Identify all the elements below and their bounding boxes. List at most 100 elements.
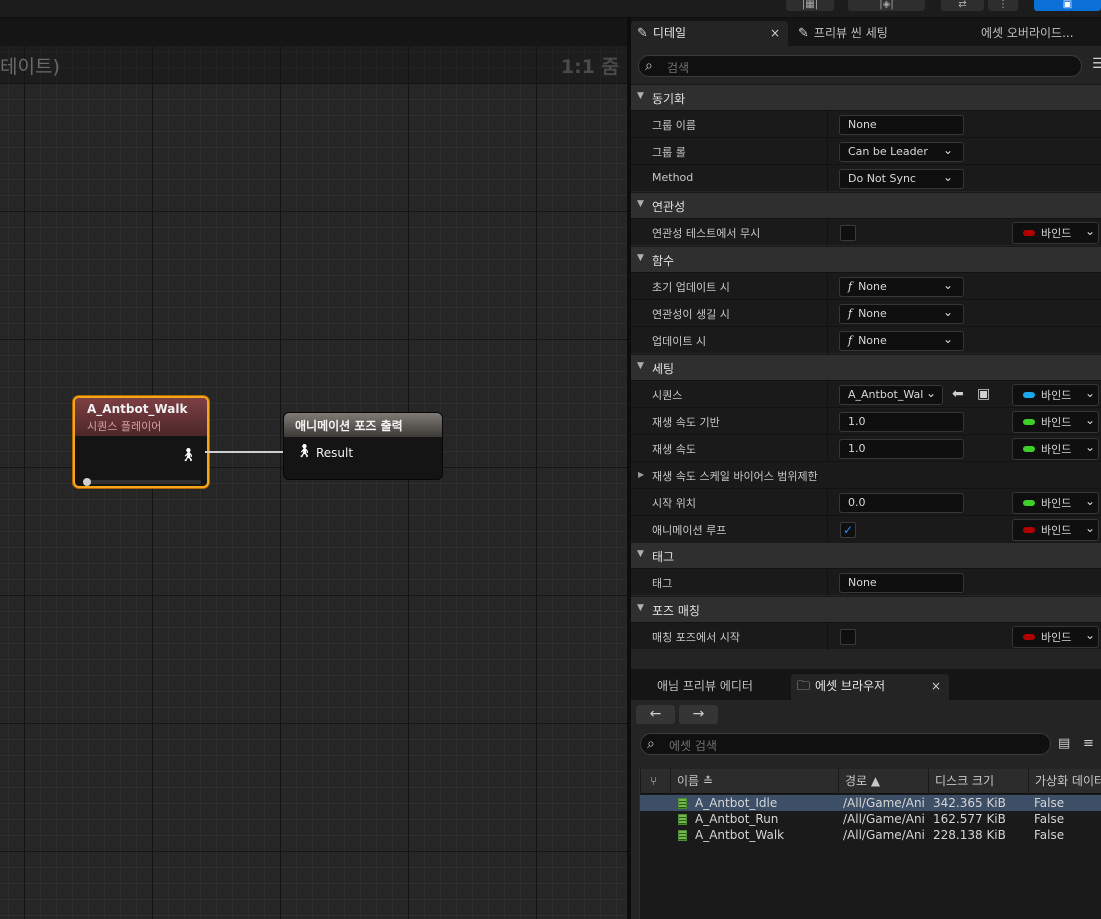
- group-role-dropdown[interactable]: Can be Leader ⌄: [839, 142, 964, 162]
- group-name-field[interactable]: None: [839, 115, 964, 135]
- tab-asset-override[interactable]: 에셋 오버라이드...: [981, 21, 1101, 46]
- graph-title: 테이트): [0, 56, 60, 78]
- chevron-down-icon: ⌄: [942, 332, 953, 346]
- collapse-triangle-icon: ▼: [637, 91, 644, 101]
- browse-asset-icon[interactable]: ▣: [977, 386, 990, 402]
- category-pose-matching[interactable]: ▼ 포즈 매칭: [631, 596, 1101, 622]
- forward-button[interactable]: →: [679, 705, 718, 724]
- category-relevance[interactable]: ▼ 연관성: [631, 192, 1101, 218]
- search-placeholder: 검색: [667, 61, 690, 75]
- pencil-icon: ✎: [798, 26, 809, 41]
- pose-wire: [205, 451, 285, 453]
- property-label: 업데이트 시: [652, 335, 707, 348]
- table-row[interactable]: A_Antbot_Idle /All/Game/Ani 342.365 KiB …: [640, 795, 1101, 811]
- start-position-field[interactable]: 0.0: [839, 493, 964, 513]
- bind-dropdown[interactable]: 바인드 ⌄: [1012, 626, 1099, 648]
- category-label: 동기화: [652, 92, 686, 106]
- column-header-virtualized-data[interactable]: 가상화 데이터: [1028, 769, 1101, 794]
- pose-output-pin-icon[interactable]: 🚶︎: [180, 448, 197, 463]
- tab-anim-preview-editor[interactable]: 애님 프리뷰 에디터: [631, 674, 789, 700]
- asset-table: ⑂ 이름 ≛ 경로 ▲ 디스크 크기 가상화 데이터 A_Antbot_Idle…: [639, 769, 1101, 919]
- output-pose-node[interactable]: 애니메이션 포즈 출력 🚶︎ Result: [283, 412, 443, 480]
- sequence-player-node[interactable]: A_Antbot_Walk 시퀀스 플레이어 🚶︎: [73, 396, 209, 488]
- playback-position-dot[interactable]: [83, 478, 91, 486]
- start-from-matching-pose-checkbox[interactable]: [840, 629, 856, 645]
- ignore-relevancy-checkbox[interactable]: [840, 225, 856, 241]
- column-header-name[interactable]: 이름 ≛: [670, 769, 838, 794]
- category-settings[interactable]: ▼ 세팅: [631, 354, 1101, 380]
- table-row[interactable]: A_Antbot_Walk /All/Game/Ani 228.138 KiB …: [640, 827, 1101, 843]
- category-label: 함수: [652, 254, 675, 268]
- bind-dropdown[interactable]: 바인드 ⌄: [1012, 438, 1099, 460]
- back-button[interactable]: ←: [636, 705, 675, 724]
- anim-graph-canvas[interactable]: 테이트) 1:1 줌 A_Antbot_Walk 시퀀스 플레이어 🚶︎ 애니메…: [0, 46, 627, 919]
- table-row[interactable]: A_Antbot_Run /All/Game/Ani 162.577 KiB F…: [640, 811, 1101, 827]
- search-placeholder: 에셋 검색: [669, 739, 717, 753]
- loop-animation-checkbox[interactable]: ✓: [840, 522, 856, 538]
- tab-label: 프리뷰 씬 세팅: [813, 26, 888, 40]
- asset-name: A_Antbot_Walk: [695, 828, 785, 842]
- bind-color-swatch: [1023, 230, 1035, 236]
- toolbar-button-1[interactable]: |▦|: [786, 0, 834, 11]
- toolbar-button-2[interactable]: |◈|: [848, 0, 925, 11]
- chevron-down-icon: ⌄: [942, 143, 953, 157]
- bind-color-swatch: [1023, 392, 1035, 398]
- play-rate-field[interactable]: 1.0: [839, 439, 964, 459]
- bind-label: 바인드: [1041, 497, 1072, 510]
- property-label: 재생 속도 스케일 바이어스 범위제한: [652, 470, 818, 483]
- on-update-function-dropdown[interactable]: f None ⌄: [839, 331, 964, 351]
- source-control-column-icon[interactable]: ⑂: [640, 769, 670, 794]
- toolbar-more-button[interactable]: ⋮: [988, 0, 1018, 11]
- toolbar-button-3[interactable]: ⇄: [941, 0, 984, 11]
- bind-dropdown[interactable]: 바인드 ⌄: [1012, 411, 1099, 433]
- bind-dropdown[interactable]: 바인드 ⌄: [1012, 222, 1099, 244]
- play-rate-basis-field[interactable]: 1.0: [839, 412, 964, 432]
- pose-input-pin-icon[interactable]: 🚶︎: [296, 444, 313, 459]
- bind-color-swatch: [1023, 500, 1035, 506]
- chevron-down-icon: ⌄: [1084, 413, 1095, 427]
- details-search-input[interactable]: ⌕ 검색: [638, 55, 1082, 77]
- category-tag[interactable]: ▼ 태그: [631, 542, 1101, 568]
- category-functions[interactable]: ▼ 함수: [631, 246, 1101, 272]
- category-sync[interactable]: ▼ 동기화: [631, 84, 1101, 110]
- bind-dropdown[interactable]: 바인드 ⌄: [1012, 384, 1099, 406]
- filter-icon[interactable]: ≡: [1083, 736, 1094, 751]
- toolbar-primary-button[interactable]: ▣: [1034, 0, 1101, 11]
- initial-update-function-dropdown[interactable]: f None ⌄: [839, 277, 964, 297]
- sequence-asset-dropdown[interactable]: A_Antbot_Wal ⌄: [839, 385, 943, 405]
- collapse-triangle-icon: ▼: [637, 199, 644, 209]
- tab-label: 에셋 오버라이드...: [981, 26, 1074, 40]
- method-dropdown[interactable]: Do Not Sync ⌄: [839, 169, 964, 189]
- property-row-play-rate-scale-bias[interactable]: ▶ 재생 속도 스케일 바이어스 범위제한: [631, 461, 1101, 488]
- bind-label: 바인드: [1041, 416, 1072, 429]
- asset-search-input[interactable]: ⌕ 에셋 검색: [640, 733, 1051, 755]
- tab-details[interactable]: ✎ 디테일 ×: [631, 21, 788, 46]
- bind-label: 바인드: [1041, 631, 1072, 644]
- bind-dropdown[interactable]: 바인드 ⌄: [1012, 492, 1099, 514]
- bind-color-swatch: [1023, 446, 1035, 452]
- column-header-path[interactable]: 경로 ▲: [838, 769, 928, 794]
- bind-dropdown[interactable]: 바인드 ⌄: [1012, 519, 1099, 541]
- column-header-disk-size[interactable]: 디스크 크기: [928, 769, 1028, 794]
- category-label: 포즈 매칭: [652, 604, 700, 618]
- animation-sequence-icon: [678, 814, 687, 825]
- sort-ascending-icon: ▲: [870, 774, 881, 788]
- animation-sequence-icon: [678, 798, 687, 809]
- arrow-left-icon: ←: [649, 706, 662, 722]
- asset-browser-icon: 🗀: [797, 679, 811, 694]
- tab-asset-browser[interactable]: 🗀 에셋 브라우저 ×: [791, 674, 949, 700]
- tag-field[interactable]: None: [839, 573, 964, 593]
- chevron-down-icon: ⌄: [942, 278, 953, 292]
- on-become-relevant-function-dropdown[interactable]: f None ⌄: [839, 304, 964, 324]
- close-icon[interactable]: ×: [770, 21, 780, 45]
- category-label: 세팅: [652, 362, 675, 376]
- folder-icon[interactable]: ▤: [1058, 736, 1070, 751]
- property-row-on-update: 업데이트 시 f None ⌄: [631, 326, 1101, 354]
- view-options-icon[interactable]: ☰: [1092, 56, 1101, 72]
- search-icon: ⌕: [645, 58, 653, 74]
- close-icon[interactable]: ×: [931, 674, 941, 698]
- tab-preview-scene-settings[interactable]: ✎ 프리뷰 씬 세팅: [794, 21, 954, 46]
- use-selected-asset-icon[interactable]: ⬅: [952, 386, 964, 402]
- dropdown-value: Can be Leader: [848, 145, 928, 158]
- column-label: 가상화 데이터: [1035, 774, 1101, 788]
